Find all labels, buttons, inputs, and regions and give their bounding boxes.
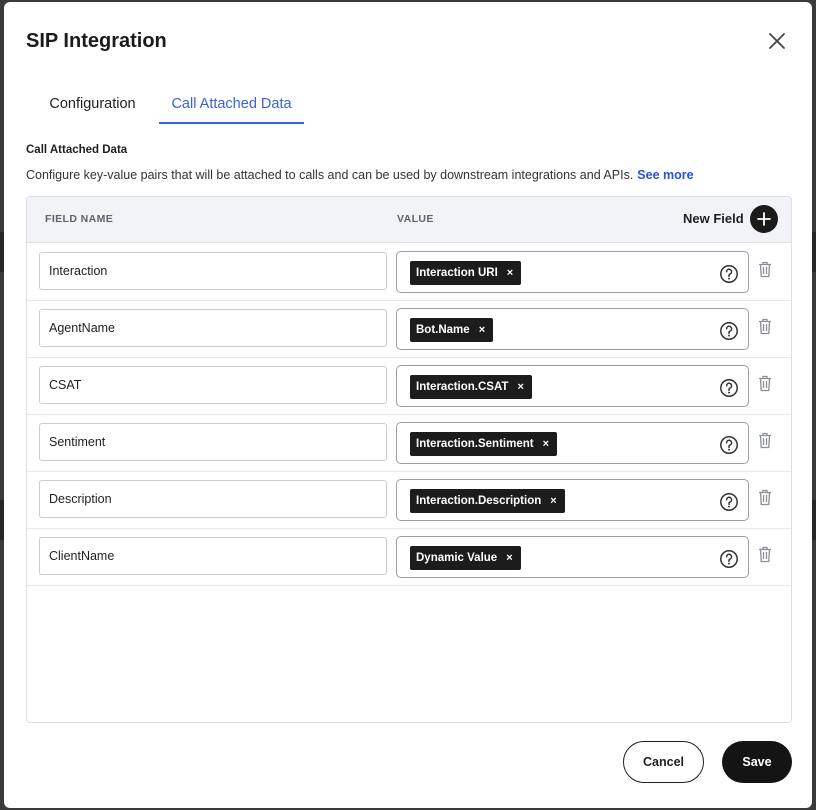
sip-integration-dialog: SIP Integration Configuration Call Attac… bbox=[4, 2, 812, 808]
trash-icon[interactable] bbox=[758, 432, 772, 449]
plus-icon bbox=[757, 212, 771, 226]
field-name-input[interactable] bbox=[39, 423, 387, 461]
table-row: Interaction URI × bbox=[27, 243, 791, 301]
add-field-button[interactable] bbox=[750, 205, 778, 233]
value-field[interactable]: Interaction.Description × bbox=[396, 479, 749, 521]
chip-label: Interaction URI bbox=[416, 267, 498, 279]
value-field[interactable]: Interaction.CSAT × bbox=[396, 365, 749, 407]
value-chip: Interaction URI × bbox=[410, 261, 522, 285]
trash-icon[interactable] bbox=[758, 546, 772, 563]
trash-icon[interactable] bbox=[758, 261, 772, 278]
chip-label: Bot.Name bbox=[416, 324, 470, 336]
table-header: FIELD NAME VALUE New Field bbox=[27, 197, 791, 243]
table-row: Bot.Name × bbox=[27, 300, 791, 358]
chip-remove-icon[interactable]: × bbox=[506, 546, 512, 570]
help-icon[interactable] bbox=[719, 378, 739, 398]
value-chip: Interaction.CSAT × bbox=[410, 375, 532, 399]
help-icon[interactable] bbox=[719, 549, 739, 569]
dialog-title: SIP Integration bbox=[26, 30, 167, 52]
chip-label: Interaction.Sentiment bbox=[416, 438, 534, 450]
description-text: Configure key-value pairs that will be a… bbox=[26, 168, 634, 182]
table-row: Dynamic Value × bbox=[27, 528, 791, 586]
tab-call-attached-data[interactable]: Call Attached Data bbox=[159, 88, 304, 124]
value-field[interactable]: Bot.Name × bbox=[396, 308, 749, 350]
save-button[interactable]: Save bbox=[722, 741, 792, 783]
column-header-field-name: FIELD NAME bbox=[45, 213, 114, 225]
help-icon[interactable] bbox=[719, 492, 739, 512]
value-field[interactable]: Interaction.Sentiment × bbox=[396, 422, 749, 464]
help-icon[interactable] bbox=[719, 264, 739, 284]
value-chip: Interaction.Sentiment × bbox=[410, 432, 558, 456]
table-row: Interaction.Description × bbox=[27, 471, 791, 529]
trash-icon[interactable] bbox=[758, 318, 772, 335]
trash-icon[interactable] bbox=[758, 375, 772, 392]
chip-remove-icon[interactable]: × bbox=[517, 375, 523, 399]
table-row: Interaction.Sentiment × bbox=[27, 414, 791, 472]
field-name-input[interactable] bbox=[39, 309, 387, 347]
value-chip: Interaction.Description × bbox=[410, 489, 565, 513]
help-icon[interactable] bbox=[719, 321, 739, 341]
table-row: Interaction.CSAT × bbox=[27, 357, 791, 415]
call-data-table: FIELD NAME VALUE New Field Interaction U… bbox=[26, 196, 792, 723]
new-field-label[interactable]: New Field bbox=[683, 211, 744, 226]
chip-label: Interaction.Description bbox=[416, 495, 542, 507]
chip-label: Dynamic Value bbox=[416, 552, 498, 564]
tab-configuration[interactable]: Configuration bbox=[26, 88, 159, 124]
cancel-button[interactable]: Cancel bbox=[623, 741, 704, 783]
value-field[interactable]: Interaction URI × bbox=[396, 251, 749, 293]
chip-remove-icon[interactable]: × bbox=[507, 261, 513, 285]
trash-icon[interactable] bbox=[758, 489, 772, 506]
help-icon[interactable] bbox=[719, 435, 739, 455]
chip-remove-icon[interactable]: × bbox=[550, 489, 556, 513]
see-more-link[interactable]: See more bbox=[637, 168, 693, 182]
tab-bar: Configuration Call Attached Data bbox=[26, 88, 796, 124]
chip-remove-icon[interactable]: × bbox=[479, 318, 485, 342]
value-chip: Bot.Name × bbox=[410, 318, 494, 342]
close-icon[interactable] bbox=[766, 30, 788, 52]
chip-remove-icon[interactable]: × bbox=[543, 432, 549, 456]
field-name-input[interactable] bbox=[39, 366, 387, 404]
field-name-input[interactable] bbox=[39, 252, 387, 290]
section-description: Configure key-value pairs that will be a… bbox=[26, 168, 694, 182]
chip-label: Interaction.CSAT bbox=[416, 381, 509, 393]
section-title: Call Attached Data bbox=[26, 144, 128, 156]
value-chip: Dynamic Value × bbox=[410, 546, 521, 570]
field-name-input[interactable] bbox=[39, 480, 387, 518]
field-name-input[interactable] bbox=[39, 537, 387, 575]
value-field[interactable]: Dynamic Value × bbox=[396, 536, 749, 578]
column-header-value: VALUE bbox=[397, 213, 434, 225]
